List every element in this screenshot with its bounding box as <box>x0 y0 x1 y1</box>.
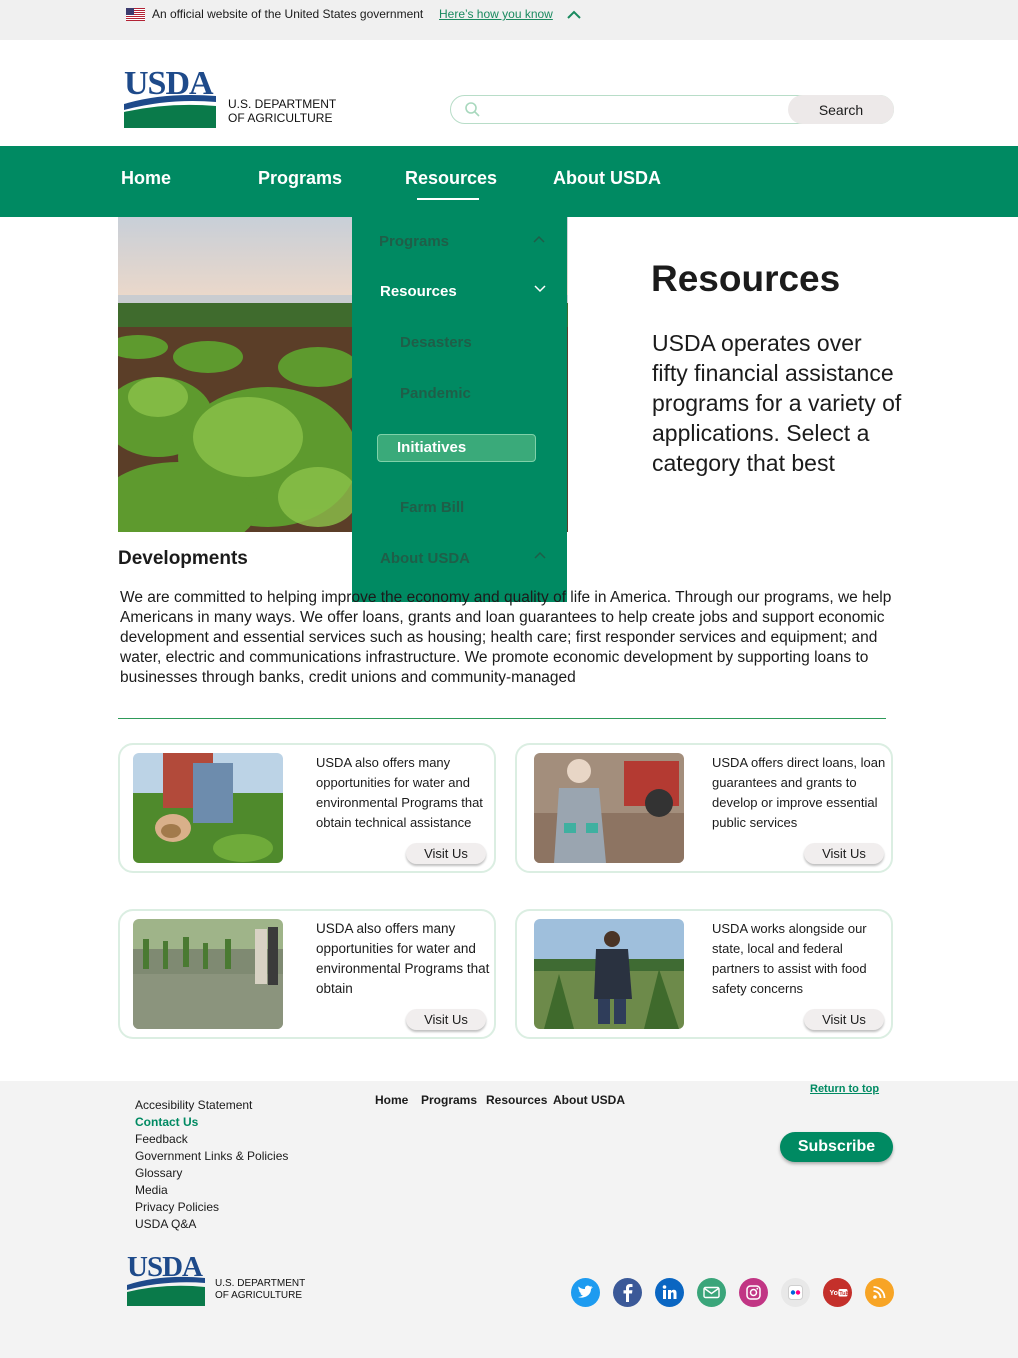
dropdown-about-usda[interactable]: About USDA <box>380 550 470 567</box>
card-image-worker-tractor <box>534 753 684 863</box>
section-divider <box>118 718 886 719</box>
page-title: Resources <box>651 258 841 299</box>
dropdown-desasters[interactable]: Desasters <box>400 334 472 351</box>
dropdown-initiatives[interactable]: Initiatives <box>377 434 536 462</box>
search-icon <box>465 102 480 117</box>
dropdown-pandemic[interactable]: Pandemic <box>400 385 471 402</box>
chevron-up-icon[interactable] <box>533 235 545 243</box>
program-card: USDA works alongside our state, local an… <box>515 909 893 1039</box>
footer-link-feedback[interactable]: Feedback <box>135 1131 288 1148</box>
dropdown-resources[interactable]: Resources <box>380 283 457 300</box>
footer-dept-line-1: U.S. DEPARTMENT <box>215 1278 306 1289</box>
visit-us-button[interactable]: Visit Us <box>406 843 486 864</box>
program-card: USDA also offers many opportunities for … <box>118 909 496 1039</box>
dept-line-1: U.S. DEPARTMENT <box>228 97 337 111</box>
nav-resources[interactable]: Resources <box>405 168 497 189</box>
footer-nav-resources[interactable]: Resources <box>486 1093 547 1107</box>
facebook-icon[interactable] <box>613 1278 642 1307</box>
search-input[interactable] <box>487 99 787 120</box>
footer-link-privacy[interactable]: Privacy Policies <box>135 1199 288 1216</box>
developments-heading: Developments <box>118 548 248 569</box>
card-description: USDA offers direct loans, loan guarantee… <box>712 755 886 830</box>
footer-nav-programs[interactable]: Programs <box>421 1093 477 1107</box>
card-description: USDA works alongside our state, local an… <box>712 921 867 996</box>
flickr-icon[interactable] <box>781 1278 810 1307</box>
gov-banner-text: An official website of the United States… <box>152 7 424 21</box>
card-description: USDA also offers many opportunities for … <box>316 755 483 830</box>
main-navigation: Home Programs Resources About USDA <box>0 146 1018 217</box>
nav-home[interactable]: Home <box>121 168 171 189</box>
visit-us-button[interactable]: Visit Us <box>804 843 884 864</box>
nav-active-indicator <box>417 198 479 200</box>
chevron-up-icon[interactable] <box>566 8 582 22</box>
visit-us-button[interactable]: Visit Us <box>406 1009 486 1030</box>
us-flag-icon <box>126 8 145 21</box>
footer-dept-line-2: OF AGRICULTURE <box>215 1290 303 1301</box>
card-image-farmer-potatoes <box>133 753 283 863</box>
nav-about-usda[interactable]: About USDA <box>553 168 661 189</box>
footer-link-glossary[interactable]: Glossary <box>135 1165 288 1182</box>
footer-link-government-links[interactable]: Government Links & Policies <box>135 1148 288 1165</box>
chevron-down-icon[interactable] <box>534 285 546 293</box>
program-card: USDA offers direct loans, loan guarantee… <box>515 743 893 873</box>
footer-link-media[interactable]: Media <box>135 1182 288 1199</box>
resources-dropdown-menu: Programs Resources Desasters Pandemic In… <box>352 217 567 602</box>
gov-banner: An official website of the United States… <box>0 0 1018 40</box>
footer-link-accessibility[interactable]: Accesibility Statement <box>135 1097 288 1114</box>
email-icon[interactable] <box>697 1278 726 1307</box>
how-you-know-link[interactable]: Here’s how you know <box>439 7 553 21</box>
card-image-wetland-field <box>133 919 283 1029</box>
card-description: USDA also offers many opportunities for … <box>316 921 490 996</box>
nav-programs[interactable]: Programs <box>258 168 342 189</box>
hero-description: USDA operates over fifty financial assis… <box>652 330 902 476</box>
return-to-top-link[interactable]: Return to top <box>810 1083 879 1095</box>
visit-us-button[interactable]: Visit Us <box>804 1009 884 1030</box>
rss-icon[interactable] <box>865 1278 894 1307</box>
instagram-icon[interactable] <box>739 1278 768 1307</box>
footer-nav-about-usda[interactable]: About USDA <box>553 1093 625 1107</box>
footer-department-name: U.S. DEPARTMENT OF AGRICULTURE <box>215 1278 305 1302</box>
footer-links: Accesibility Statement Contact Us Feedba… <box>135 1097 288 1233</box>
search-bar: Search <box>450 95 894 124</box>
developments-text: We are committed to helping improve the … <box>120 589 892 686</box>
youtube-icon[interactable]: You Tube <box>823 1278 852 1307</box>
card-image-farmer-trees <box>534 919 684 1029</box>
footer-link-qa[interactable]: USDA Q&A <box>135 1216 288 1233</box>
twitter-icon[interactable] <box>571 1278 600 1307</box>
usda-logo[interactable]: USDA <box>124 66 216 128</box>
dropdown-farm-bill[interactable]: Farm Bill <box>400 499 464 516</box>
footer-link-contact-us[interactable]: Contact Us <box>135 1114 288 1131</box>
usda-footer-logo[interactable]: USDA <box>127 1252 205 1306</box>
department-name: U.S. DEPARTMENT OF AGRICULTURE <box>228 97 336 125</box>
footer-nav-home[interactable]: Home <box>375 1093 408 1107</box>
subscribe-button[interactable]: Subscribe <box>780 1132 893 1162</box>
search-button[interactable]: Search <box>788 95 894 124</box>
program-card: USDA also offers many opportunities for … <box>118 743 496 873</box>
svg-text:Tube: Tube <box>839 1291 852 1297</box>
dropdown-programs[interactable]: Programs <box>379 233 449 250</box>
dept-line-2: OF AGRICULTURE <box>228 111 333 125</box>
footer: Accesibility Statement Contact Us Feedba… <box>0 1081 1018 1358</box>
linkedin-icon[interactable] <box>655 1278 684 1307</box>
chevron-up-icon[interactable] <box>534 551 546 559</box>
